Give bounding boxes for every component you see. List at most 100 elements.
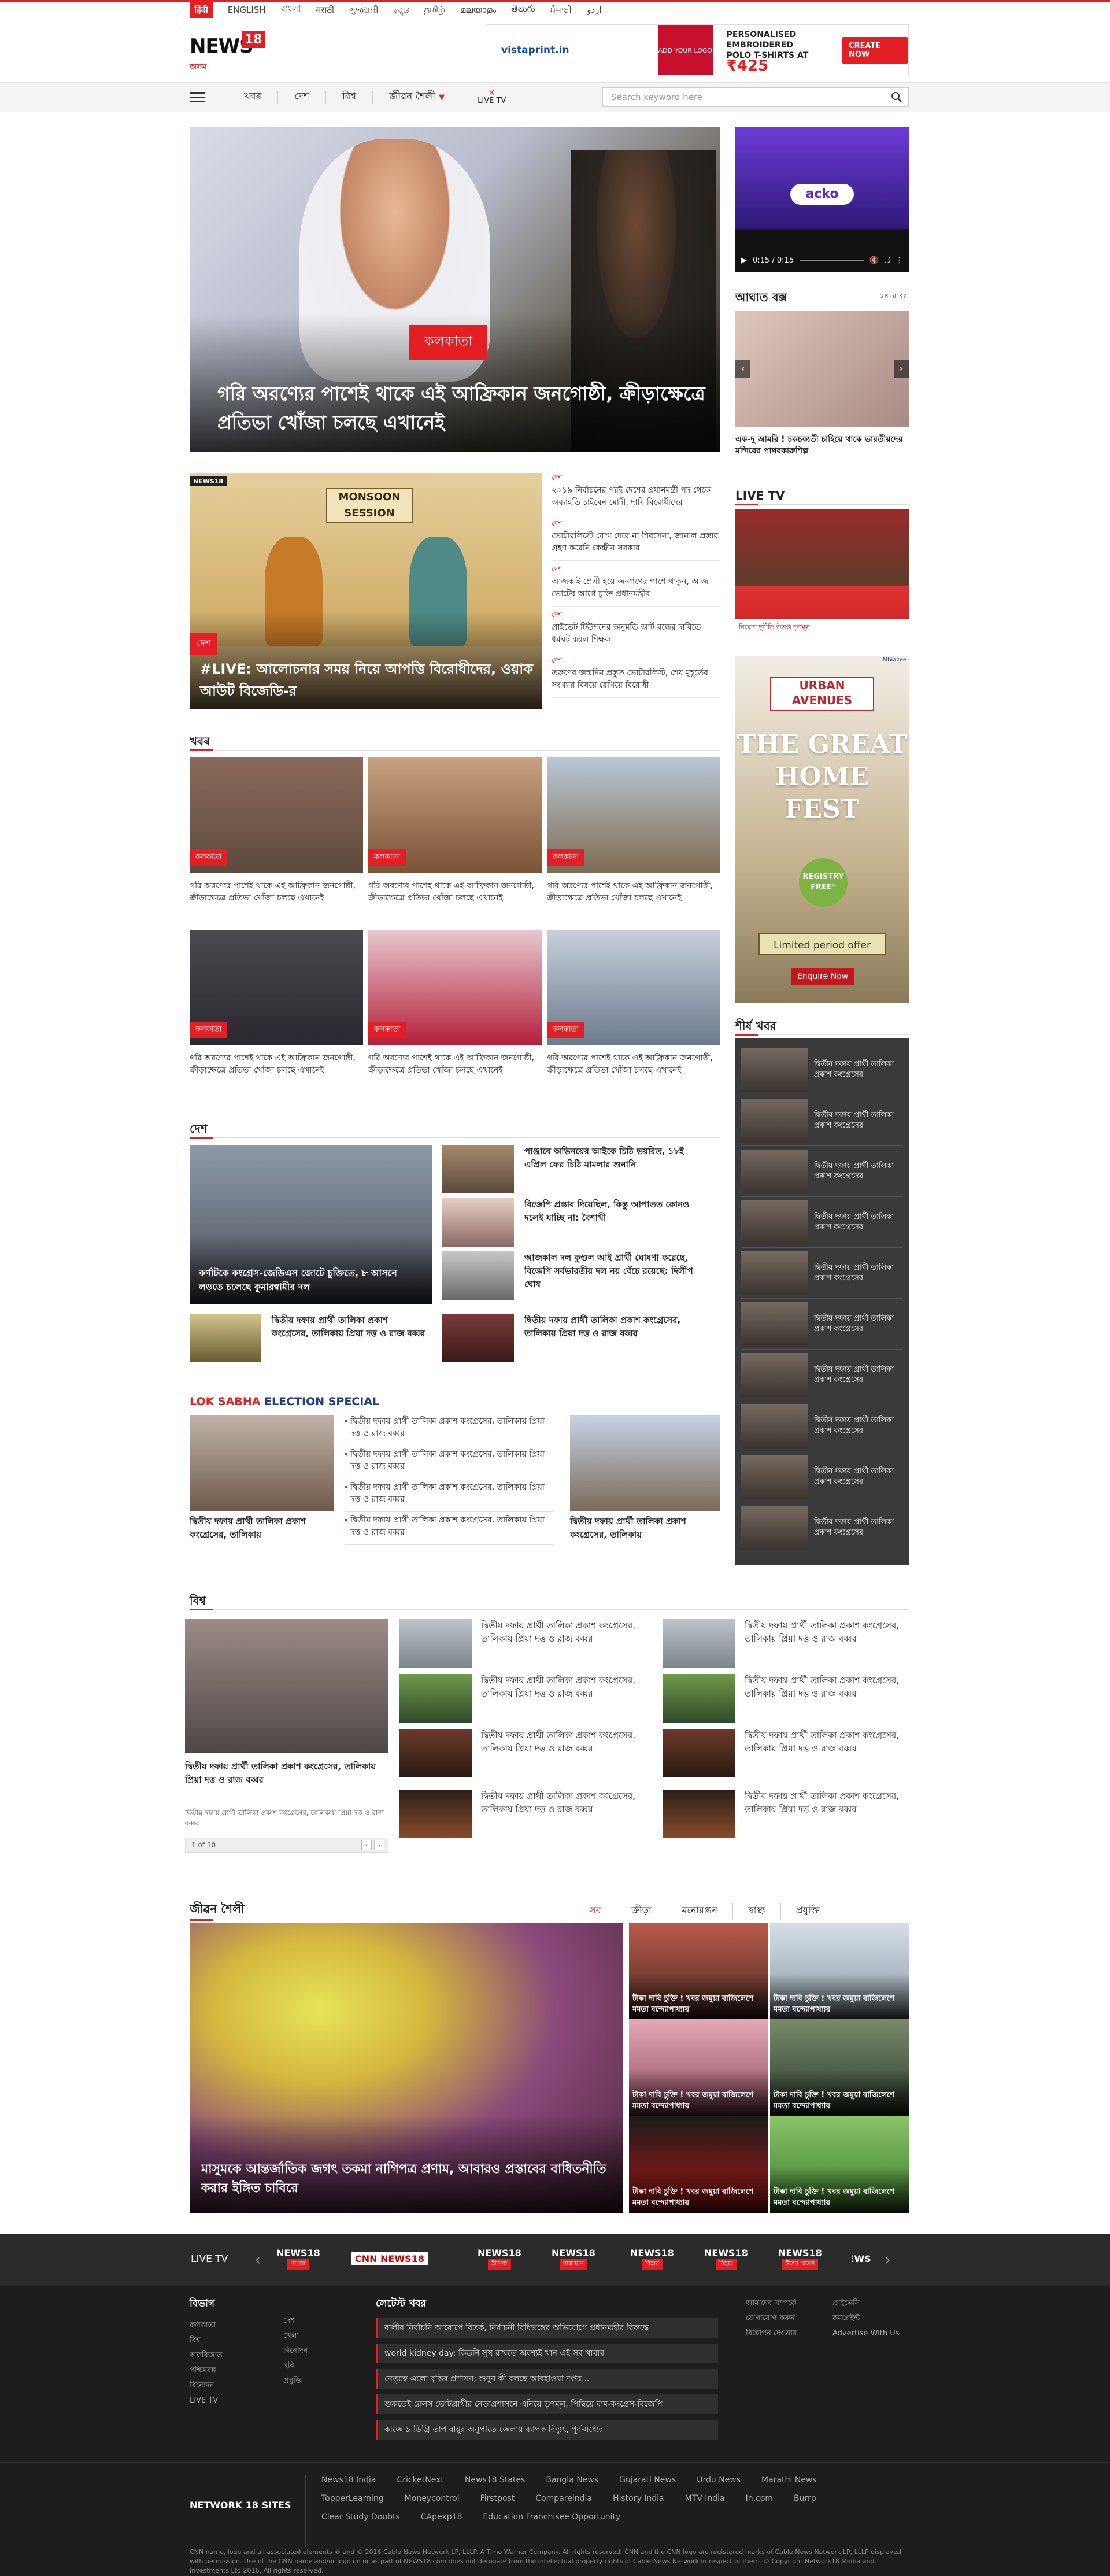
news-card[interactable]: টাকা দাবি চুক্তি ! খবর জমুয়া বাজিলেশে ম…: [770, 2116, 909, 2213]
news-card[interactable]: কলকাতা গরি অরণ্যের পাশেই থাকে এই আফ্রিকান…: [190, 930, 363, 1091]
chevron-right-icon[interactable]: ›: [894, 360, 909, 378]
footer-link[interactable]: বিজ্ঞাপন দেওয়ার: [746, 2326, 797, 2341]
list-item[interactable]: দ্বিতীয় দফায় প্রার্থী তালিকা প্রকাশ কং…: [741, 1197, 903, 1248]
list-item-title[interactable]: বিজেপি প্রস্তাব দিয়েছিল, কিন্তু আপাতত ক…: [524, 1198, 698, 1247]
list-item-title[interactable]: দ্বিতীয় দফায় প্রার্থী তালিকা প্রকাশ কং…: [814, 1466, 903, 1487]
list-item[interactable]: দেশ ২০১৯ নির্বাচনের পরই দেশের প্রধানমন্ত্…: [552, 470, 720, 515]
ad-cta-button[interactable]: CREATE NOW: [842, 37, 908, 64]
nav-live-tv[interactable]: ✕ LIVE TV: [461, 89, 522, 105]
video-ad-player[interactable]: acko ▶ 0:15 / 0:15 🔇 ⛶ ⋮: [735, 127, 909, 272]
news-card[interactable]: কলকাতা গরি অরণ্যের পাশেই থাকে এই আফ্রিকান…: [547, 930, 720, 1091]
chevron-left-icon[interactable]: ‹: [735, 360, 750, 378]
footer-link[interactable]: দেশ: [283, 2313, 308, 2329]
card-title[interactable]: টাকা দাবি চুক্তি ! খবর জমুয়া বাজিলেশে ম…: [774, 1993, 906, 2015]
footer-link[interactable]: Advertise With Us: [832, 2326, 900, 2341]
list-item[interactable]: দ্বিতীয় দফায় প্রার্থী তালিকা প্রকাশ কং…: [741, 1095, 903, 1146]
card-tag[interactable]: কলকাতা: [547, 1022, 585, 1038]
list-item[interactable]: দেশ তরুণের জন্মদিন প্রস্তুত ভোটারলিস্ট, শ…: [552, 652, 720, 698]
nav-item-bishwa[interactable]: বিশ্ব: [326, 91, 373, 104]
hamburger-menu-icon[interactable]: [190, 92, 205, 102]
footer-link[interactable]: প্রাইভেসি: [832, 2296, 900, 2311]
news-card[interactable]: কলকাতা গরি অরণ্যের পাশেই থাকে এই আফ্রিকান…: [190, 757, 363, 918]
list-item[interactable]: দ্বিতীয় দফায় প্রার্থী তালিকা প্রকাশ কং…: [442, 1314, 698, 1362]
list-item[interactable]: দ্বিতীয় দফায় প্রার্থী তালিকা প্রকাশ কং…: [663, 1790, 906, 1838]
list-item-title[interactable]: তরুণের জন্মদিন প্রস্তুত ভোটারলিস্ট, শেষ …: [552, 667, 720, 692]
list-item-title[interactable]: দ্বিতীয় দফায় প্রার্থী তালিকা প্রকাশ কং…: [814, 1212, 903, 1233]
list-item-title[interactable]: দ্বিতীয় দফায় প্রার্থী তালিকা প্রকাশ কং…: [814, 1161, 903, 1182]
footer-link[interactable]: কমপ্লেইন্ট: [832, 2311, 900, 2326]
feature-story[interactable]: MONSOON SESSION NEWS18 দেশ #LIVE: আলোচনা…: [190, 473, 542, 709]
channel-logo[interactable]: NEWS18 বিহার: [630, 2244, 674, 2273]
list-item-title[interactable]: ২০১৯ নির্বাচনের পরই দেশের প্রধানমন্ত্রী …: [552, 485, 720, 509]
network-link[interactable]: Education Franchisee Opportunity: [483, 2512, 620, 2525]
card-title[interactable]: গরি অরণ্যের পাশেই থাকে এই আফ্রিকান জনগোষ…: [190, 1052, 363, 1091]
hero-story[interactable]: কলকাতা গরি অরণ্যের পাশেই থাকে এই আফ্রিকা…: [190, 127, 720, 452]
volume-icon[interactable]: 🔇: [870, 256, 879, 265]
footer-news-item[interactable]: কাজে ৯ ডিগ্রি তাপ বায়ুর অনুপাতে জেলায় …: [376, 2420, 718, 2440]
list-item[interactable]: দ্বিতীয় দফায় প্রার্থী তালিকা প্রকাশ কং…: [190, 1314, 428, 1362]
footer-news-item[interactable]: world kidney day: কিডনি সুস্থ রাখতে অবশ্…: [376, 2344, 718, 2363]
network-link[interactable]: Marathi News: [761, 2475, 817, 2488]
side-ad[interactable]: Mbiazee URBAN AVENUES THE GREAT HOME FES…: [735, 656, 909, 1003]
section-heading-label[interactable]: জীৱন শৈলী: [190, 1901, 245, 1921]
card-title[interactable]: টাকা দাবি চুক্তি ! খবর জমুয়া বাজিলেশে ম…: [632, 2090, 765, 2112]
play-icon[interactable]: ▶: [741, 256, 747, 265]
list-item[interactable]: দ্বিতীয় দফায় প্রার্থী তালিকা প্রকাশ কং…: [663, 1729, 906, 1777]
list-item-title[interactable]: দ্বিতীয় দফায় প্রার্থী তালিকা প্রকাশ কং…: [524, 1314, 698, 1362]
list-item[interactable]: দ্বিতীয় দফায় প্রার্থী তালিকা প্রকাশ কং…: [399, 1619, 643, 1668]
lang-tamil[interactable]: தமிழ்: [424, 4, 445, 16]
channel-logo[interactable]: NEWS18: [852, 2244, 872, 2273]
lok-sabha-image-right[interactable]: [570, 1415, 720, 1511]
list-item[interactable]: দেশ ভোটারলিস্টে যোগ দেবে না শিবসেনা, জানা…: [552, 515, 720, 561]
list-item-title[interactable]: ভোটারলিস্টে যোগ দেবে না শিবসেনা, জানাল প…: [552, 530, 720, 555]
news-card[interactable]: টাকা দাবি চুক্তি ! খবর জমুয়া বাজিলেশে ম…: [770, 1923, 909, 2020]
site-logo[interactable]: NEWS 18 অসম: [190, 30, 265, 73]
news-card[interactable]: টাকা দাবি চুক্তি ! খবর জমুয়া বাজিলেশে ম…: [629, 1923, 768, 2020]
lang-punjabi[interactable]: ਪੰਜਾਬੀ: [550, 5, 572, 15]
news-card[interactable]: টাকা দাবি চুক্তি ! খবর জমুয়া বাজিলেশে ম…: [629, 2116, 768, 2213]
network-link[interactable]: MTV India: [685, 2494, 725, 2507]
list-item[interactable]: দ্বিতীয় দফায় প্রার্থী তালিকা প্রকাশ কং…: [663, 1674, 906, 1723]
jibon-lead-story[interactable]: মাসুমকে আন্তৰ্জাতিক জগৎ তকমা নাগিপত্র প্…: [190, 1923, 623, 2213]
channel-logo[interactable]: CNN NEWS18: [352, 2244, 428, 2273]
card-tag[interactable]: কলকাতা: [190, 849, 228, 866]
aghat-heading-label[interactable]: আঘাত বক্স: [735, 289, 787, 308]
list-item[interactable]: আজকাল দল কুণ্ডল আই প্রার্থী ঘোষণা করেছে,…: [442, 1251, 698, 1300]
live-tv-heading[interactable]: LIVE TV: [735, 489, 909, 505]
lang-malayalam[interactable]: മലയാളം: [460, 5, 496, 15]
network-link[interactable]: Burrp: [794, 2494, 816, 2507]
more-options-icon[interactable]: ⋮: [896, 256, 903, 265]
card-title[interactable]: টাকা দাবি চুক্তি ! খবর জমুয়া বাজিলেশে ম…: [632, 1993, 765, 2015]
news-card[interactable]: কলকাতা গরি অরণ্যের পাশেই থাকে এই আফ্রিকান…: [368, 757, 542, 918]
card-title[interactable]: গরি অরণ্যের পাশেই থাকে এই আফ্রিকান জনগোষ…: [368, 1052, 542, 1091]
tab-sports[interactable]: ক্রীড়া: [616, 1903, 667, 1919]
channel-logo[interactable]: NEWS18 উত্তর প্রদেশ: [778, 2244, 822, 2273]
list-item[interactable]: দ্বিতীয় দফায় প্রার্থী তালিকা প্রকাশ কং…: [345, 1446, 554, 1479]
nav-item-desh[interactable]: দেশ: [278, 91, 327, 104]
list-item[interactable]: দ্বিতীয় দফায় প্রার্থী তালিকা প্রকাশ কং…: [399, 1674, 643, 1723]
tab-all[interactable]: সব: [575, 1903, 617, 1919]
list-item-title[interactable]: দ্বিতীয় দফায় প্রার্থী তালিকা প্রকাশ কং…: [814, 1517, 903, 1538]
section-heading-desh[interactable]: দেশ: [190, 1121, 720, 1139]
list-item-title[interactable]: দ্বিতীয় দফায় প্রার্থী তালিকা প্রকাশ কং…: [814, 1415, 903, 1436]
list-item-title[interactable]: দ্বিতীয় দফায় প্রার্থী তালিকা প্রকাশ কং…: [814, 1314, 903, 1335]
footer-link[interactable]: আমাদের সম্পর্কে: [746, 2296, 797, 2311]
news-card[interactable]: কলকাতা গরি অরণ্যের পাশেই থাকে এই আফ্রিকান…: [368, 930, 542, 1091]
lang-telugu[interactable]: తెలుగు: [511, 3, 535, 16]
list-item-title[interactable]: দ্বিতীয় দফায় প্রার্থী তালিকা প্রকাশ কং…: [814, 1110, 903, 1131]
jibon-lead-title[interactable]: মাসুমকে আন্তৰ্জাতিক জগৎ তকমা নাগিপত্র প্…: [201, 2160, 617, 2198]
nav-item-jibon[interactable]: জীৱন শৈলী ▼: [373, 91, 462, 104]
lok-sabha-caption-left[interactable]: দ্বিতীয় দফায় প্রার্থী তালিকা প্রকাশ কং…: [190, 1515, 340, 1542]
list-item-title[interactable]: আজকাই প্রেসী হয়ে জনগণের পাশে থাকুন, আজ …: [552, 576, 720, 600]
fullscreen-icon[interactable]: ⛶: [885, 256, 890, 265]
news-card[interactable]: টাকা দাবি চুক্তি ! খবর জমুয়া বাজিলেশে ম…: [629, 2019, 768, 2116]
aghat-caption[interactable]: এক-দু আমরি ! চকচক্যতী চাহিয়ে থাকে ভারতী…: [735, 434, 909, 457]
feature-category-tag[interactable]: দেশ: [190, 633, 218, 655]
channel-logo[interactable]: NEWS18 বাংলা: [276, 2244, 320, 2273]
list-item-title[interactable]: দ্বিতীয় দফায় প্রার্থী তালিকা প্রকাশ কং…: [481, 1619, 643, 1668]
list-item-title[interactable]: দ্বিতীয় দফায় প্রার্থী তালিকা প্রকাশ কং…: [814, 1365, 903, 1385]
lok-sabha-image-left[interactable]: [190, 1415, 334, 1511]
footer-link[interactable]: বিনোদন: [283, 2344, 308, 2359]
network-link[interactable]: Bangla News: [546, 2475, 598, 2488]
footer-link[interactable]: প্রযুক্তি: [283, 2374, 308, 2389]
